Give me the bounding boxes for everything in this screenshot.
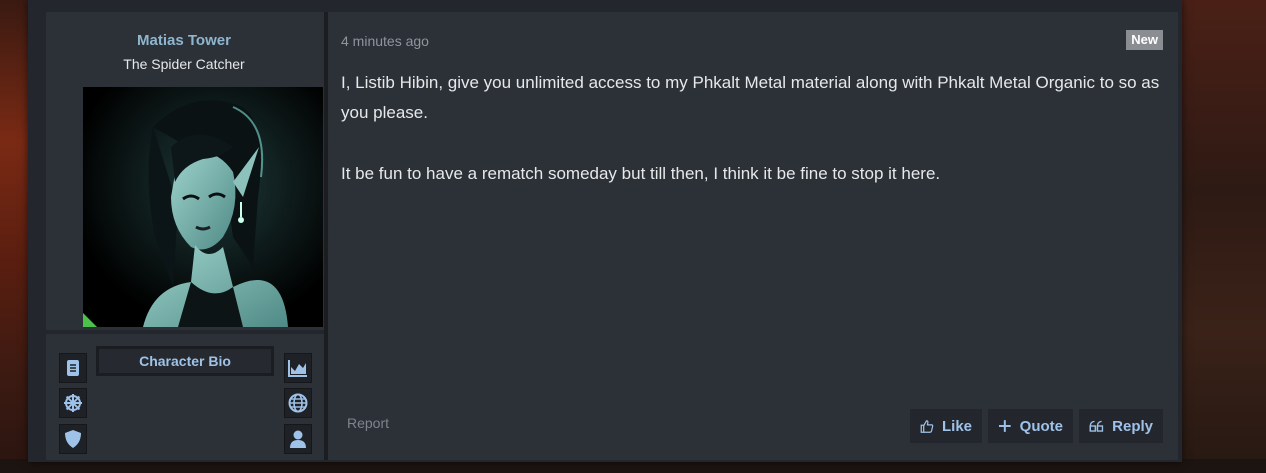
user-icon <box>290 430 306 448</box>
quote-label: Quote <box>1019 417 1063 435</box>
dharma-wheel-icon <box>64 394 82 412</box>
user-info-panel: Matias Tower The Spider Catcher Characte… <box>46 12 354 460</box>
book-icon-button[interactable] <box>59 353 87 383</box>
reply-button[interactable]: Reply <box>1079 409 1163 443</box>
message-paragraph: I, Listib Hibin, give you unlimited acce… <box>341 73 1160 122</box>
reply-label: Reply <box>1112 417 1153 435</box>
chart-icon <box>288 360 307 377</box>
quote-marks-icon <box>1089 420 1104 432</box>
post-timestamp[interactable]: 4 minutes ago <box>341 33 429 49</box>
like-button[interactable]: Like <box>910 409 982 443</box>
user-extras: Character Bio <box>46 330 326 460</box>
forum-post: Matias Tower The Spider Catcher Characte… <box>28 0 1182 462</box>
online-status-indicator <box>83 313 97 327</box>
new-badge: New <box>1126 30 1163 50</box>
report-link[interactable]: Report <box>347 415 389 431</box>
globe-icon <box>288 393 308 413</box>
thumbs-up-icon <box>920 419 934 433</box>
message-body: I, Listib Hibin, give you unlimited acce… <box>341 68 1171 220</box>
background-right <box>1174 0 1266 473</box>
plus-icon <box>998 420 1011 432</box>
column-divider <box>324 12 328 460</box>
message-panel: 4 minutes ago New I, Listib Hibin, give … <box>332 12 1178 460</box>
book-icon <box>67 360 79 376</box>
globe-icon-button[interactable] <box>284 388 312 418</box>
chart-icon-button[interactable] <box>284 353 312 383</box>
quote-button[interactable]: Quote <box>988 409 1073 443</box>
user-icon-button[interactable] <box>284 424 312 454</box>
dharma-wheel-icon-button[interactable] <box>59 388 87 418</box>
shield-icon <box>65 430 81 448</box>
avatar-image <box>83 87 323 327</box>
message-paragraph: It be fun to have a rematch someday but … <box>341 164 941 183</box>
shield-icon-button[interactable] <box>59 424 87 454</box>
character-bio-button[interactable]: Character Bio <box>96 346 274 376</box>
username-link[interactable]: Matias Tower <box>46 32 322 49</box>
user-title: The Spider Catcher <box>123 56 245 72</box>
avatar[interactable] <box>83 87 323 327</box>
like-label: Like <box>941 417 972 435</box>
